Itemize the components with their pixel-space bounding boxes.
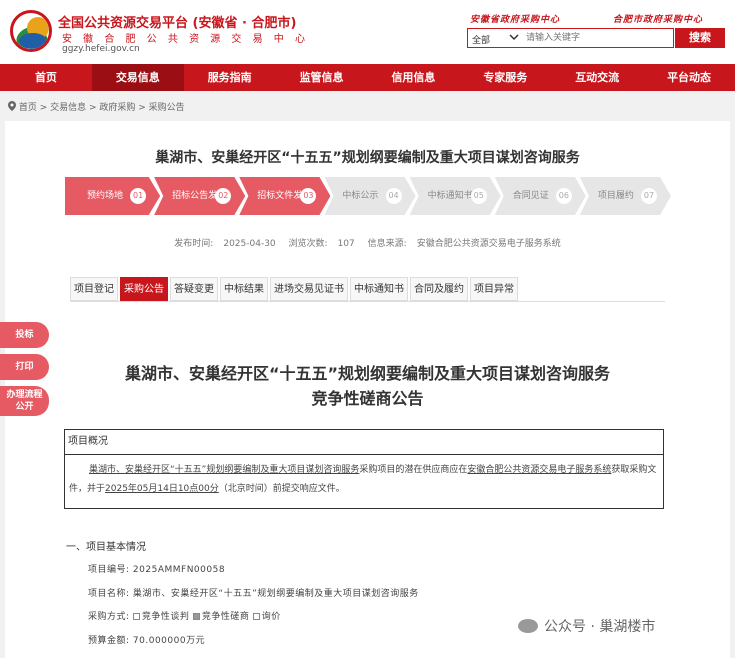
info-source: 安徽合肥公共资源交易电子服务系统: [416, 239, 561, 249]
tab-award-notice[interactable]: 中标通知书: [350, 277, 408, 301]
publish-meta: 发布时间: 2025-04-30 浏览次数: 107 信息来源: 安徽合肥公共资源交易…: [174, 239, 561, 249]
tab-procurement-notice[interactable]: 采购公告: [120, 277, 168, 301]
nav-item-credit[interactable]: 信用信息: [368, 64, 460, 91]
search-input[interactable]: [526, 31, 671, 45]
city-procurement-link[interactable]: 合肥市政府采购中心: [613, 12, 703, 25]
site-subtitle: 安 徽 合 肥 公 共 资 源 交 易 中 心: [62, 34, 309, 45]
project-tabs: 项目登记 采购公告 答疑变更 中标结果 进场交易见证书 中标通知书 合同及履约 …: [70, 277, 520, 301]
checkbox-negotiation[interactable]: [132, 613, 140, 620]
nav-item-news[interactable]: 平台动态: [643, 64, 735, 91]
step-1[interactable]: 预约场地 01: [65, 177, 161, 215]
nav-item-supervision[interactable]: 监管信息: [276, 64, 368, 91]
tab-divider: [70, 301, 665, 302]
nav-item-expert[interactable]: 专家服务: [459, 64, 551, 91]
main-nav: 首页 交易信息 服务指南 监管信息 信用信息 专家服务 互动交流 平台动态: [0, 64, 735, 91]
breadcrumb-text[interactable]: 首页 > 交易信息 > 政府采购 > 采购公告: [19, 103, 185, 113]
overview-heading: 项目概况: [65, 430, 663, 455]
breadcrumb: 首页 > 交易信息 > 政府采购 > 采购公告: [8, 100, 185, 113]
bid-button[interactable]: 投标: [0, 322, 49, 348]
site-header: 全国公共资源交易平台 (安徽省 · 合肥市) 安 徽 合 肥 公 共 资 源 交…: [0, 0, 735, 64]
tab-witness-certificate[interactable]: 进场交易见证书: [270, 277, 348, 301]
nav-item-home[interactable]: 首页: [0, 64, 92, 91]
document-title: 巢湖市、安巢经开区“十五五”规划纲要编制及重大项目谋划咨询服务: [124, 364, 611, 383]
search-button[interactable]: 搜索: [675, 28, 725, 48]
page-title: 巢湖市、安巢经开区“十五五”规划纲要编制及重大项目谋划咨询服务: [155, 150, 580, 166]
nav-item-trading-info[interactable]: 交易信息: [91, 64, 184, 91]
view-count: 107: [337, 239, 355, 249]
system-link[interactable]: 安徽合肥公共资源交易电子服务系统: [467, 465, 611, 475]
step-4[interactable]: 中标公示 04: [324, 177, 416, 215]
project-overview-box: 项目概况 巢湖市、安巢经开区“十五五”规划纲要编制及重大项目谋划咨询服务采购项目…: [64, 429, 664, 509]
project-number-row: 项目编号: 2025AMMFN00058: [88, 565, 226, 575]
step-3[interactable]: 招标文件发布 03: [239, 177, 331, 215]
nav-item-interaction[interactable]: 互动交流: [551, 64, 643, 91]
section-title: 一、项目基本情况: [66, 542, 146, 553]
budget-row: 预算金额: 70.000000万元: [88, 636, 206, 646]
progress-steps: 预约场地 01 招标公告发布 02 招标文件发布 03 中标公示 04 中标通知书 05 …: [65, 177, 671, 215]
step-6[interactable]: 合同见证 06: [494, 177, 586, 215]
tab-qa-changes[interactable]: 答疑变更: [170, 277, 218, 301]
search-box: 全部: [467, 28, 674, 48]
chevron-down-icon[interactable]: [508, 31, 520, 46]
step-5[interactable]: 中标通知书 05: [409, 177, 501, 215]
tab-award-result[interactable]: 中标结果: [220, 277, 268, 301]
overview-text: 巢湖市、安巢经开区“十五五”规划纲要编制及重大项目谋划咨询服务采购项目的潜在供应…: [69, 465, 657, 494]
location-pin-icon: [8, 101, 19, 113]
tab-project-exception[interactable]: 项目异常: [470, 277, 518, 301]
tab-contract[interactable]: 合同及履约: [410, 277, 468, 301]
step-2[interactable]: 招标公告发布 02: [154, 177, 246, 215]
province-procurement-link[interactable]: 安徽省政府采购中心: [470, 12, 560, 25]
checkbox-consultation[interactable]: [192, 613, 200, 620]
wechat-icon: [518, 619, 538, 633]
publish-date: 2025-04-30: [223, 239, 276, 249]
document-subtitle: 竞争性磋商公告: [311, 389, 424, 408]
site-url: ggzy.hefei.gov.cn: [62, 44, 140, 54]
site-title: 全国公共资源交易平台 (安徽省 · 合肥市): [58, 16, 297, 31]
search-category-select[interactable]: 全部: [472, 33, 490, 46]
logo-icon[interactable]: [10, 10, 52, 52]
project-name-row: 项目名称: 巢湖市、安巢经开区“十五五”规划纲要编制及重大项目谋划咨询服务: [88, 589, 419, 599]
watermark: 公众号 · 巢湖楼市: [518, 616, 655, 636]
checkbox-inquiry[interactable]: [252, 613, 260, 620]
procurement-method-row: 采购方式: 竞争性谈判 竞争性磋商 询价: [88, 612, 281, 622]
tab-project-registration[interactable]: 项目登记: [70, 277, 118, 301]
nav-item-service-guide[interactable]: 服务指南: [184, 64, 276, 91]
step-7[interactable]: 项目履约 07: [579, 177, 671, 215]
